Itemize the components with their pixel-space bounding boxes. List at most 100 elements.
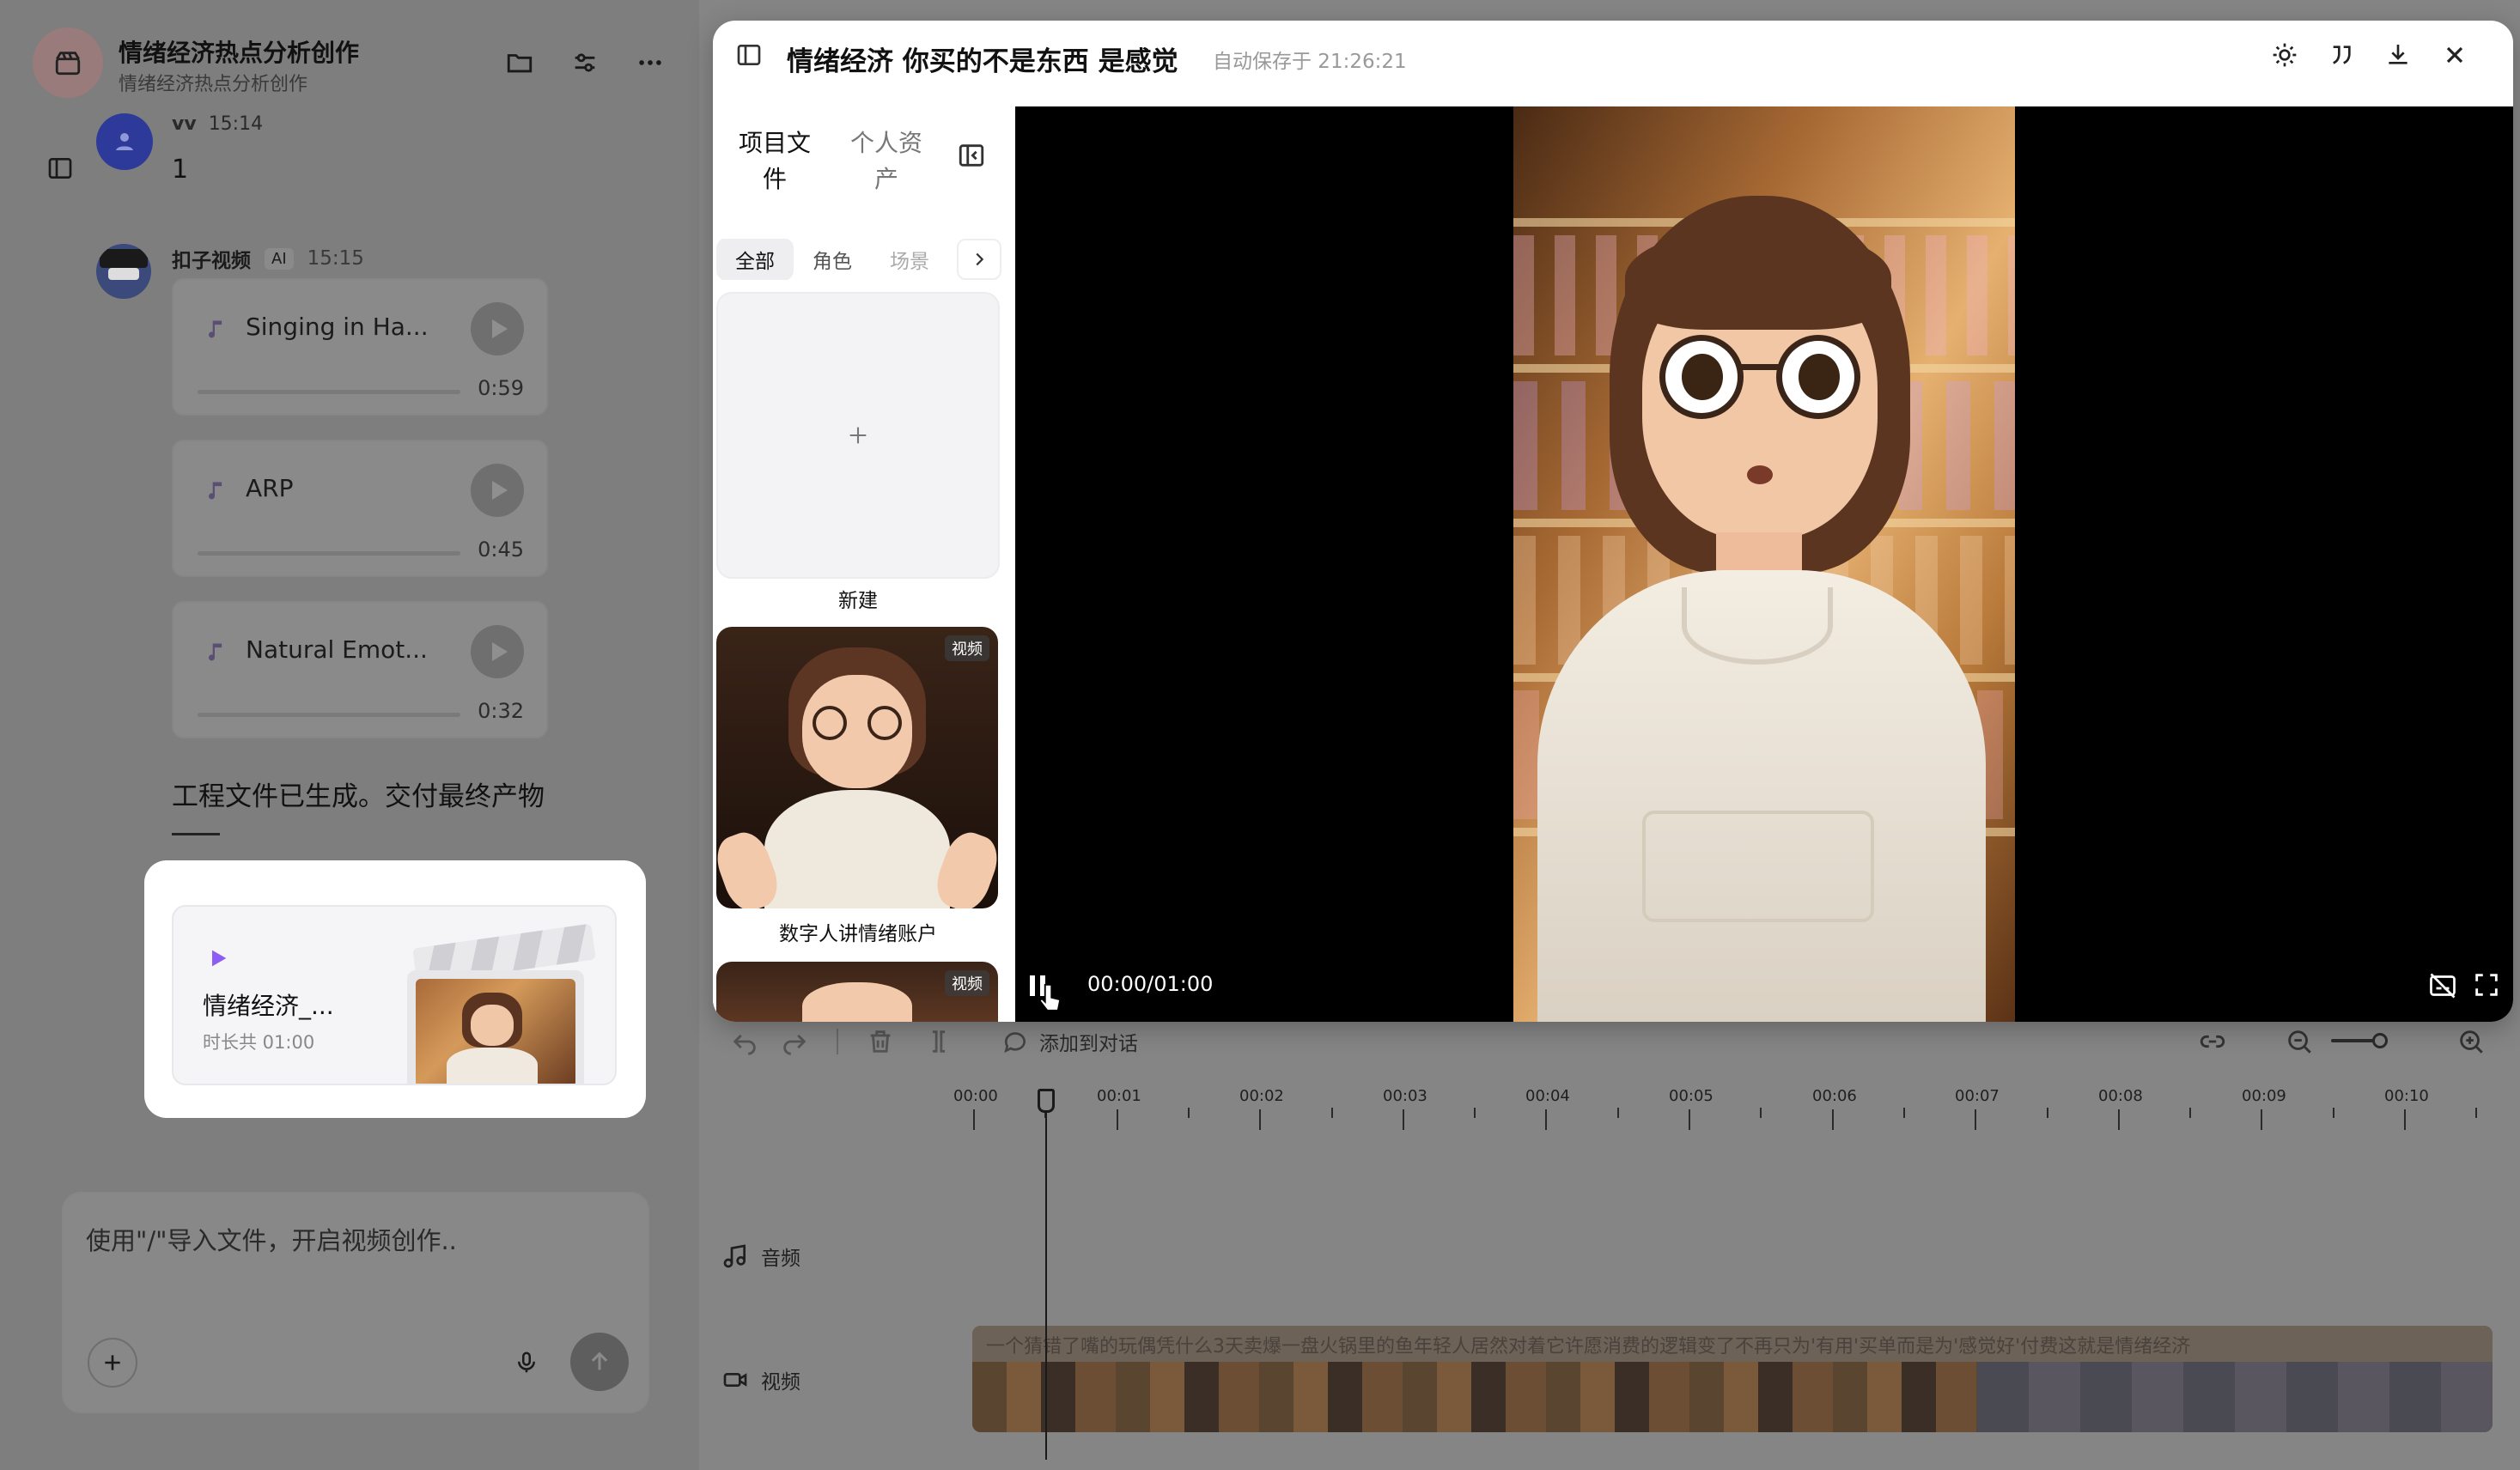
asset-name: 数字人讲情绪账户 — [779, 923, 937, 945]
preview-modal: 情绪经济 你买的不是东西 是感觉 自动保存于 21:26:21 项目文件 个人资… — [713, 21, 2513, 1022]
audio-progress[interactable] — [198, 713, 460, 717]
add-attachment-button[interactable] — [88, 1338, 137, 1388]
ruler-label: 00:09 — [2242, 1087, 2286, 1105]
zoom-slider-handle[interactable] — [2372, 1033, 2388, 1048]
audio-play-button[interactable] — [471, 302, 524, 355]
audio-progress[interactable] — [198, 551, 460, 556]
audio-play-button[interactable] — [471, 625, 524, 678]
ruler-tick — [2047, 1108, 2048, 1118]
ruler-tick — [1403, 1109, 1404, 1130]
audio-name: ARP — [246, 474, 294, 502]
fullscreen-icon[interactable] — [2472, 970, 2501, 999]
close-icon[interactable] — [2441, 41, 2468, 69]
deliverable-meta: 时长共 01:00 — [203, 1032, 315, 1053]
ruler-tick — [1545, 1109, 1547, 1130]
ruler-tick — [2261, 1109, 2262, 1130]
bot-name: 扣子视频 — [172, 250, 251, 272]
tab-project-files[interactable]: 项目文件 — [732, 125, 818, 197]
ruler-tick — [2404, 1109, 2406, 1130]
play-icon — [492, 642, 508, 661]
audio-duration: 0:59 — [478, 376, 524, 400]
music-note-icon — [209, 320, 222, 338]
music-note-icon — [209, 643, 222, 661]
track-audio-label: 音频 — [761, 1248, 800, 1270]
video-play-icon — [212, 950, 227, 967]
audio-card[interactable]: Natural Emot... 0:32 — [172, 601, 548, 738]
bot-message: 工程文件已生成。交付最终产物 — [172, 781, 545, 812]
track-audio[interactable]: 音频 — [721, 1242, 800, 1271]
ruler-label: 00:08 — [2098, 1087, 2143, 1105]
play-icon — [492, 319, 508, 338]
redo-icon[interactable] — [780, 1027, 809, 1056]
playhead-line[interactable] — [1045, 1113, 1047, 1460]
microphone-icon[interactable] — [514, 1348, 539, 1377]
zoom-out-icon[interactable] — [2285, 1027, 2314, 1056]
ruler-tick — [1188, 1108, 1190, 1118]
filter-all[interactable]: 全部 — [716, 239, 794, 280]
audio-progress[interactable] — [198, 390, 460, 394]
ruler-label: 00:04 — [1525, 1087, 1570, 1105]
video-player[interactable]: 00:00/01:00 — [1015, 106, 2513, 1022]
ruler-label: 00:06 — [1812, 1087, 1857, 1105]
ruler-tick — [1760, 1108, 1762, 1118]
delete-icon[interactable] — [866, 1027, 895, 1056]
sun-icon[interactable] — [2271, 41, 2298, 69]
audio-name: Singing in Ha... — [246, 313, 429, 341]
collapse-panel-icon[interactable] — [957, 141, 986, 170]
playhead-handle[interactable] — [1038, 1089, 1055, 1113]
sidebar-toggle-icon[interactable] — [46, 155, 74, 182]
send-button[interactable] — [570, 1333, 629, 1391]
plus-icon — [105, 1355, 120, 1370]
clapper-icon — [55, 52, 81, 76]
project-avatar[interactable] — [33, 27, 103, 98]
filter-icon[interactable] — [570, 48, 600, 77]
more-icon[interactable] — [636, 48, 665, 77]
user-time: 15:14 — [208, 113, 264, 135]
audio-duration: 0:32 — [478, 699, 524, 723]
tab-personal-assets[interactable]: 个人资产 — [843, 125, 929, 197]
chevron-right-icon — [976, 252, 984, 266]
filter-character[interactable]: 角色 — [794, 239, 871, 280]
clapper-thumbnail — [399, 923, 613, 1084]
ruler-tick — [2475, 1108, 2477, 1118]
zoom-in-icon[interactable] — [2456, 1027, 2486, 1056]
audio-card[interactable]: Singing in Ha... 0:59 — [172, 278, 548, 416]
deliverable-card[interactable]: 情绪经济_... 时长共 01:00 — [172, 905, 617, 1085]
asset-thumbnail[interactable]: 视频 — [716, 627, 998, 908]
ruler-tick — [2118, 1109, 2120, 1130]
split-icon[interactable] — [924, 1027, 953, 1056]
play-icon — [492, 481, 508, 500]
video-camera-icon — [723, 1373, 747, 1387]
new-asset-button[interactable] — [716, 292, 1000, 579]
video-badge: 视频 — [945, 635, 989, 661]
user-avatar — [96, 113, 153, 170]
ruler-tick — [1903, 1108, 1905, 1118]
ruler-tick — [2333, 1108, 2334, 1118]
add-to-chat-button[interactable]: 添加到对话 — [1001, 1027, 1138, 1056]
subtitle-off-icon[interactable] — [2427, 970, 2458, 1001]
link-icon[interactable] — [2197, 1027, 2228, 1056]
undo-icon[interactable] — [730, 1027, 759, 1056]
download-icon[interactable] — [2384, 41, 2412, 69]
music-note-icon — [209, 482, 222, 500]
user-name: vv — [172, 113, 197, 135]
chat-input[interactable]: 使用"/"导入文件，开启视频创作.. — [86, 1221, 457, 1257]
project-subtitle: 情绪经济热点分析创作 — [119, 74, 308, 95]
audio-card[interactable]: ARP 0:45 — [172, 440, 548, 577]
deliverable-highlight: 情绪经济_... 时长共 01:00 — [144, 860, 646, 1118]
audio-duration: 0:45 — [478, 538, 524, 562]
video-clip[interactable]: 一个猜错了嘴的玩偶凭什么3天卖爆一盘火锅里的鱼年轻人居然对着它许愿消费的逻辑变了… — [972, 1326, 2493, 1432]
ruler-tick — [1474, 1108, 1476, 1118]
add-to-chat-label: 添加到对话 — [1039, 1033, 1138, 1055]
filter-scene[interactable]: 场景 — [871, 239, 948, 280]
quote-icon[interactable] — [2328, 41, 2355, 69]
audio-play-button[interactable] — [471, 464, 524, 517]
filter-next-button[interactable] — [957, 239, 1001, 280]
track-video[interactable]: 视频 — [721, 1365, 800, 1394]
bot-time: 15:15 — [307, 247, 364, 270]
asset-thumbnail[interactable]: 视频 — [716, 962, 998, 1022]
folder-icon[interactable] — [505, 48, 534, 77]
panel-toggle-icon[interactable] — [735, 41, 763, 69]
ruler-tick — [1259, 1109, 1261, 1130]
chat-input-box[interactable]: 使用"/"导入文件，开启视频创作.. — [62, 1192, 649, 1413]
